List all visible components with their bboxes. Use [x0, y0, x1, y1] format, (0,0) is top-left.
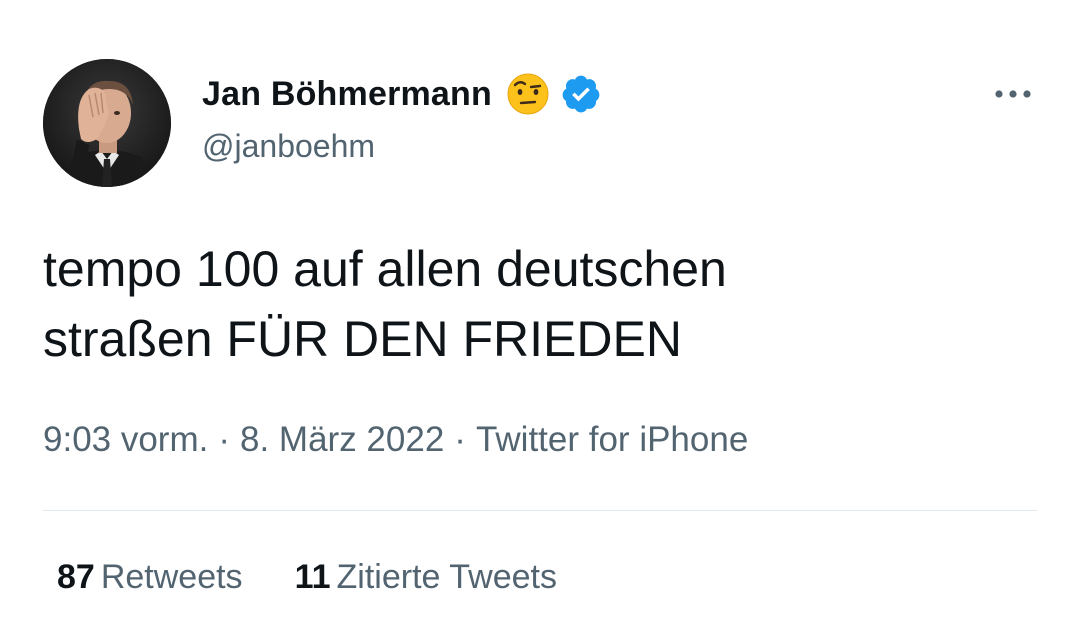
quote-tweets-stat[interactable]: 11 Zitierte Tweets: [295, 558, 557, 597]
tweet-source[interactable]: Twitter for iPhone: [476, 420, 748, 459]
tweet-text-line: straßen FÜR DEN FRIEDEN: [43, 311, 682, 367]
more-options-button[interactable]: [990, 80, 1036, 108]
avatar[interactable]: [43, 59, 171, 187]
face-with-raised-eyebrow-icon: [506, 72, 550, 116]
quote-tweets-label: Zitierte Tweets: [336, 558, 557, 596]
author-name-row: Jan Böhmermann: [202, 72, 602, 116]
retweets-stat[interactable]: 87 Retweets: [57, 558, 243, 597]
tweet-text: tempo 100 auf allen deutschen straßen FÜ…: [43, 234, 1043, 374]
tweet-text-line: tempo 100 auf allen deutschen: [43, 241, 727, 297]
tweet-time[interactable]: 9:03 vorm.: [43, 420, 208, 459]
meta-separator: ·: [454, 420, 466, 459]
tweet-stats: 87 Retweets 11 Zitierte Tweets: [57, 558, 609, 597]
divider: [43, 510, 1037, 511]
author-display-name[interactable]: Jan Böhmermann: [202, 75, 492, 114]
tweet-metadata: 9:03 vorm. · 8. März 2022 · Twitter for iPho…: [43, 420, 748, 460]
quote-tweets-count: 11: [294, 558, 331, 596]
author-handle[interactable]: @janboehm: [202, 128, 375, 165]
tweet-date[interactable]: 8. März 2022: [240, 420, 444, 459]
retweets-label: Retweets: [100, 558, 243, 596]
retweets-count: 87: [57, 558, 95, 596]
profile-photo: [43, 59, 171, 187]
verified-badge-icon[interactable]: [560, 73, 602, 115]
meta-separator: ·: [218, 420, 231, 459]
more-dots-icon: [995, 90, 1031, 98]
